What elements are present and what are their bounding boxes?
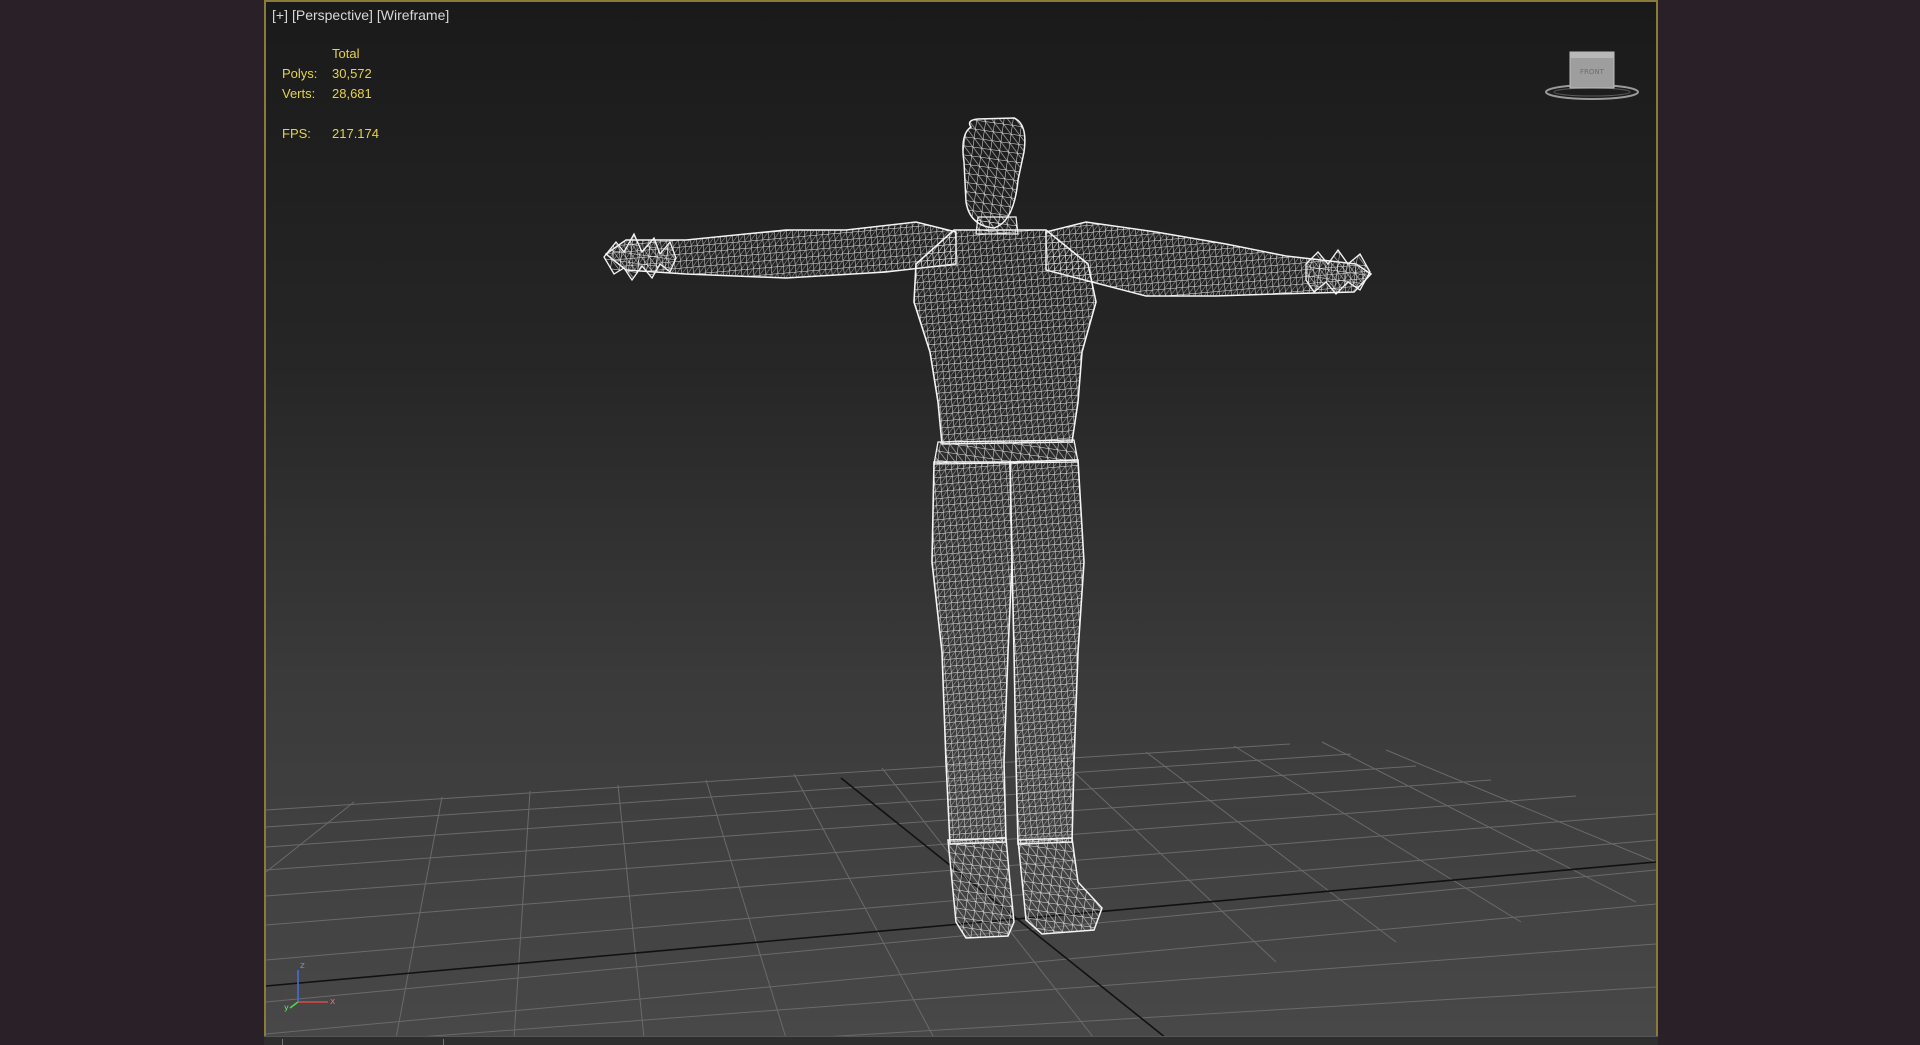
axis-tripod-icon: z x y bbox=[284, 952, 344, 1012]
viewport-general-menu[interactable]: [+] bbox=[272, 7, 288, 23]
viewport-scene[interactable] bbox=[266, 2, 1656, 1038]
axis-z-label: z bbox=[300, 961, 305, 971]
right-panel-background bbox=[1658, 0, 1920, 1044]
stats-polys-label: Polys: bbox=[282, 66, 318, 81]
left-panel-background bbox=[0, 0, 264, 1044]
viewcube-icon[interactable]: FRONT bbox=[1536, 46, 1646, 106]
viewcube-front-label[interactable]: FRONT bbox=[1580, 68, 1605, 76]
stats-verts-value: 28,681 bbox=[332, 86, 372, 101]
stats-polys-value: 30,572 bbox=[332, 66, 372, 81]
stats-header-spacer bbox=[282, 44, 332, 64]
perspective-viewport[interactable]: [+] [Perspective] [Wireframe] Total Polys:… bbox=[264, 0, 1658, 1040]
axis-x-label: x bbox=[330, 997, 336, 1007]
axis-y-label: y bbox=[284, 1003, 289, 1012]
viewport-label-menu[interactable]: [+] [Perspective] [Wireframe] bbox=[272, 7, 453, 23]
viewport-shading-menu[interactable]: [Wireframe] bbox=[377, 7, 449, 23]
scene-statistics: Total Polys: 30,572 Verts: 28,681 FPS: 2… bbox=[282, 44, 379, 144]
bottom-strip-tab[interactable] bbox=[282, 1039, 444, 1045]
stats-total-header: Total bbox=[332, 46, 360, 61]
stats-fps-value: 217.174 bbox=[332, 126, 379, 141]
stats-fps-label: FPS: bbox=[282, 126, 311, 141]
viewport-point-of-view-menu[interactable]: [Perspective] bbox=[292, 7, 373, 23]
stats-verts-label: Verts: bbox=[282, 86, 316, 101]
